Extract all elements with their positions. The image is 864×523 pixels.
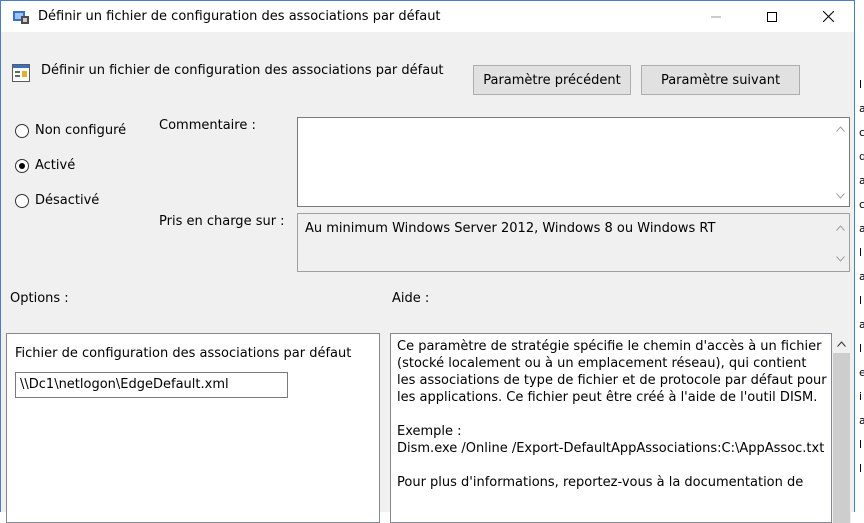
background-window-edge: lacdacalalaleiall: [855, 0, 864, 512]
supported-scrollbar[interactable]: [832, 214, 849, 271]
help-panel: Ce paramètre de stratégie spécifie le ch…: [390, 333, 832, 523]
radio-label: Non configuré: [35, 123, 127, 138]
background-letter: c: [859, 198, 864, 211]
next-setting-button[interactable]: Paramètre suivant: [641, 65, 800, 95]
background-letter: l: [859, 438, 863, 451]
supported-on-value: Au minimum Windows Server 2012, Windows …: [305, 221, 716, 236]
chevron-up-icon: [836, 224, 845, 231]
help-paragraph: Ce paramètre de stratégie spécifie le ch…: [397, 339, 827, 405]
maximize-icon: [767, 11, 777, 22]
config-file-input[interactable]: \\Dc1\netlogon\EdgeDefault.xml: [15, 372, 288, 398]
background-letter: a: [859, 414, 864, 427]
background-letter: d: [859, 150, 864, 163]
policy-title: Définir un fichier de configuration des …: [41, 63, 444, 78]
help-label: Aide :: [392, 291, 430, 306]
radio-label: Désactivé: [35, 193, 100, 208]
radio-not-configured[interactable]: Non configuré: [15, 123, 126, 138]
help-paragraph: Pour plus d'informations, reportez-vous …: [397, 475, 804, 490]
scroll-thumb[interactable]: [833, 353, 850, 523]
background-letter: l: [859, 342, 863, 355]
chevron-down-icon: [836, 255, 845, 262]
scroll-up-button[interactable]: [833, 335, 850, 352]
background-letter: a: [859, 270, 864, 283]
close-button[interactable]: [805, 1, 851, 32]
chevron-up-icon: [837, 340, 846, 347]
comment-scrollbar[interactable]: [832, 118, 849, 206]
options-panel: Fichier de configuration des association…: [6, 333, 380, 523]
policy-dialog: Définir un fichier de configuration des …: [0, 0, 855, 523]
background-letter: a: [859, 174, 864, 187]
background-letter: l: [859, 78, 863, 91]
supported-on-label: Pris en charge sur :: [159, 214, 285, 229]
minimize-icon: [711, 16, 721, 17]
config-file-label: Fichier de configuration des association…: [15, 346, 352, 361]
policy-icon: [13, 11, 29, 24]
title-bar: Définir un fichier de configuration des …: [1, 1, 854, 32]
options-label: Options :: [10, 291, 69, 306]
radio-circle-selected[interactable]: [15, 158, 29, 173]
minimize-button[interactable]: [693, 1, 739, 32]
background-letter: l: [859, 246, 863, 259]
radio-circle[interactable]: [15, 193, 29, 208]
scroll-up-button[interactable]: [832, 120, 849, 137]
help-text: Ce paramètre de stratégie spécifie le ch…: [397, 338, 827, 508]
scroll-up-button[interactable]: [832, 219, 849, 236]
background-letter: c: [859, 126, 864, 139]
radio-circle[interactable]: [15, 123, 29, 138]
background-letter: a: [859, 102, 864, 115]
comment-textarea[interactable]: [297, 117, 850, 207]
help-scrollbar[interactable]: [832, 333, 851, 523]
scroll-down-button[interactable]: [832, 187, 849, 204]
window-title: Définir un fichier de configuration des …: [38, 9, 441, 24]
scroll-down-button[interactable]: [832, 250, 849, 267]
supported-on-field: Au minimum Windows Server 2012, Windows …: [297, 213, 850, 272]
background-letter: l: [859, 294, 863, 307]
background-letter: a: [859, 222, 864, 235]
maximize-button[interactable]: [749, 1, 795, 32]
background-letter: e: [859, 366, 864, 379]
chevron-down-icon: [836, 192, 845, 199]
radio-enabled[interactable]: Activé: [15, 158, 75, 173]
help-example-value: Dism.exe /Online /Export-DefaultAppAssoc…: [397, 441, 825, 456]
radio-label: Activé: [35, 158, 76, 173]
comment-label: Commentaire :: [159, 118, 256, 133]
background-letter: l: [859, 462, 863, 475]
background-letter: i: [859, 390, 863, 403]
background-letter: a: [859, 318, 864, 331]
comment-value: [298, 118, 849, 126]
help-example-label: Exemple :: [397, 424, 462, 439]
radio-disabled[interactable]: Désactivé: [15, 193, 99, 208]
previous-setting-button[interactable]: Paramètre précédent: [473, 65, 631, 95]
settings-icon: [12, 64, 30, 82]
close-icon: [822, 11, 834, 22]
chevron-up-icon: [836, 125, 845, 132]
